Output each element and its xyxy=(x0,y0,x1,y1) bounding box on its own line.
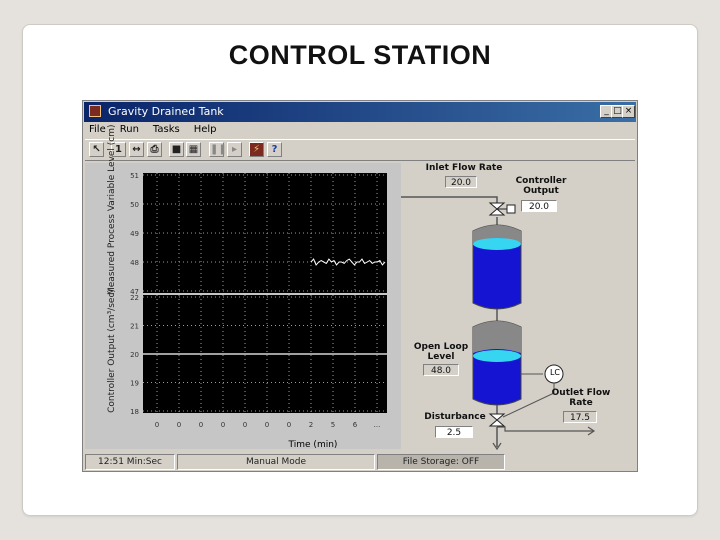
x-tick-label: 0 xyxy=(155,421,159,429)
bottom-y-tick-label: 22 xyxy=(130,294,139,302)
play-tool-icon[interactable]: ▸ xyxy=(227,142,242,157)
bottom-y-tick-label: 19 xyxy=(130,380,139,388)
app-icon xyxy=(89,105,101,117)
top-y-tick-label: 49 xyxy=(130,230,139,238)
print-tool-icon[interactable]: ⎙ xyxy=(147,142,162,157)
x-tick-label: 0 xyxy=(199,421,203,429)
app-window: Gravity Drained Tank _ □ × File Run Task… xyxy=(82,100,638,472)
outlet-flow-label: Outlet Flow Rate xyxy=(551,388,611,408)
bottom-y-tick-label: 20 xyxy=(130,351,139,359)
save-tool-icon[interactable]: ■ xyxy=(169,142,184,157)
select-tool-icon[interactable]: ↖ xyxy=(89,142,104,157)
menu-file[interactable]: File xyxy=(87,123,108,139)
trend-plot-panel: Measured Process Variable Level (cm) Con… xyxy=(85,125,401,450)
help-tool-icon[interactable]: ? xyxy=(267,142,282,157)
menu-help[interactable]: Help xyxy=(192,123,219,139)
menu-tasks[interactable]: Tasks xyxy=(151,123,182,139)
x-tick-label: 0 xyxy=(265,421,269,429)
x-tick-label: 0 xyxy=(287,421,291,429)
x-tick-label: 2 xyxy=(309,421,313,429)
top-y-tick-label: 48 xyxy=(130,259,139,267)
close-button[interactable]: × xyxy=(622,105,635,118)
window-titlebar[interactable]: Gravity Drained Tank _ □ × xyxy=(84,102,636,122)
fit-tool-icon[interactable]: ↔ xyxy=(129,142,144,157)
x-tick-label: 5 xyxy=(331,421,335,429)
status-storage: File Storage: OFF xyxy=(377,454,505,470)
outlet-flow-value: 17.5 xyxy=(563,411,597,423)
status-time: 12:51 Min:Sec xyxy=(85,454,175,470)
disturbance-label: Disturbance xyxy=(424,412,486,422)
level-controller-label: LC xyxy=(549,368,561,377)
trend-plot-svg: 515049484722212019180 0 0 0 0 0 0 2 5 6... xyxy=(130,172,387,429)
window-title: Gravity Drained Tank xyxy=(108,105,224,118)
toolbar: ↖ 1 ↔ ⎙ ■ ▦ ❚❚ ▸ ⚡ ? xyxy=(85,139,635,161)
open-loop-value: 48.0 xyxy=(423,364,459,376)
top-y-tick-label: 51 xyxy=(130,172,139,180)
x-tick-label: 0 xyxy=(177,421,181,429)
bottom-y-tick-label: 18 xyxy=(130,408,139,416)
open-loop-label: Open Loop Level xyxy=(413,342,469,362)
mode-tool-icon[interactable]: ⚡ xyxy=(249,142,264,157)
x-tick-label: 0 xyxy=(243,421,247,429)
disturbance-field[interactable]: 2.5 xyxy=(435,426,473,438)
controller-output-field[interactable]: 20.0 xyxy=(521,200,557,212)
bottom-y-tick-label: 21 xyxy=(130,323,139,331)
slide-title: CONTROL STATION xyxy=(228,40,492,70)
menu-run[interactable]: Run xyxy=(118,123,141,139)
top-y-tick-label: 50 xyxy=(130,201,139,209)
controller-output-label: Controller Output xyxy=(515,176,567,196)
inlet-flow-value: 20.0 xyxy=(445,176,477,188)
x-tick-label: 6 xyxy=(353,421,358,429)
pause-tool-icon[interactable]: ❚❚ xyxy=(209,142,227,157)
status-bar: 12:51 Min:Sec Manual Mode File Storage: … xyxy=(85,454,635,470)
x-tick-label: ... xyxy=(374,421,381,429)
x-tick-label: 0 xyxy=(221,421,225,429)
status-mode: Manual Mode xyxy=(177,454,375,470)
table-tool-icon[interactable]: ▦ xyxy=(186,142,201,157)
inlet-flow-label: Inlet Flow Rate xyxy=(425,163,503,173)
